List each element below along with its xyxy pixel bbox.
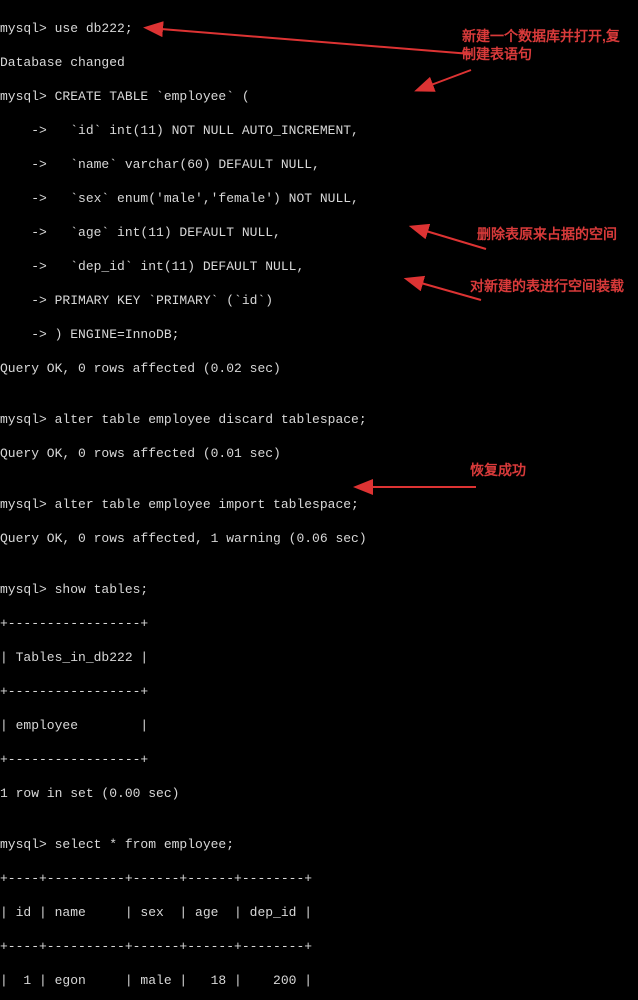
table-border: +-----------------+ xyxy=(0,751,430,768)
table-border: +-----------------+ xyxy=(0,615,430,632)
cmd-create-table-col-age: -> `age` int(11) DEFAULT NULL, xyxy=(0,224,430,241)
table-border: +----+----------+------+------+--------+ xyxy=(0,938,430,955)
annotation-create: 新建一个数据库并打开,复制建表语句 xyxy=(462,27,632,63)
table-header: | id | name | sex | age | dep_id | xyxy=(0,904,430,921)
cmd-create-table-pk: -> PRIMARY KEY `PRIMARY` (`id`) xyxy=(0,292,430,309)
cmd-create-table: mysql> CREATE TABLE `employee` ( xyxy=(0,88,430,105)
cmd-create-table-col-sex: -> `sex` enum('male','female') NOT NULL, xyxy=(0,190,430,207)
cmd-import-tablespace: mysql> alter table employee import table… xyxy=(0,496,430,513)
result-create-table: Query OK, 0 rows affected (0.02 sec) xyxy=(0,360,430,377)
result-discard: Query OK, 0 rows affected (0.01 sec) xyxy=(0,445,430,462)
terminal-output: mysql> use db222; Database changed mysql… xyxy=(0,0,430,1000)
result-db-changed: Database changed xyxy=(0,54,430,71)
table-border: +----+----------+------+------+--------+ xyxy=(0,870,430,887)
annotation-import: 对新建的表进行空间装载 xyxy=(470,277,638,295)
annotation-success: 恢复成功 xyxy=(470,461,590,479)
cmd-show-tables: mysql> show tables; xyxy=(0,581,430,598)
result-rowcount: 1 row in set (0.00 sec) xyxy=(0,785,430,802)
annotation-discard: 删除表原来占据的空间 xyxy=(477,225,637,243)
cmd-create-table-engine: -> ) ENGINE=InnoDB; xyxy=(0,326,430,343)
cmd-use-db: mysql> use db222; xyxy=(0,20,430,37)
table-row: | employee | xyxy=(0,717,430,734)
cmd-create-table-col-id: -> `id` int(11) NOT NULL AUTO_INCREMENT, xyxy=(0,122,430,139)
table-border: +-----------------+ xyxy=(0,683,430,700)
result-import: Query OK, 0 rows affected, 1 warning (0.… xyxy=(0,530,430,547)
cmd-select-employee: mysql> select * from employee; xyxy=(0,836,430,853)
table-header: | Tables_in_db222 | xyxy=(0,649,430,666)
cmd-create-table-col-depid: -> `dep_id` int(11) DEFAULT NULL, xyxy=(0,258,430,275)
table-row: | 1 | egon | male | 18 | 200 | xyxy=(0,972,430,989)
cmd-create-table-col-name: -> `name` varchar(60) DEFAULT NULL, xyxy=(0,156,430,173)
arrow-discard xyxy=(426,231,486,249)
cmd-discard-tablespace: mysql> alter table employee discard tabl… xyxy=(0,411,430,428)
arrow-create-table xyxy=(431,70,471,85)
